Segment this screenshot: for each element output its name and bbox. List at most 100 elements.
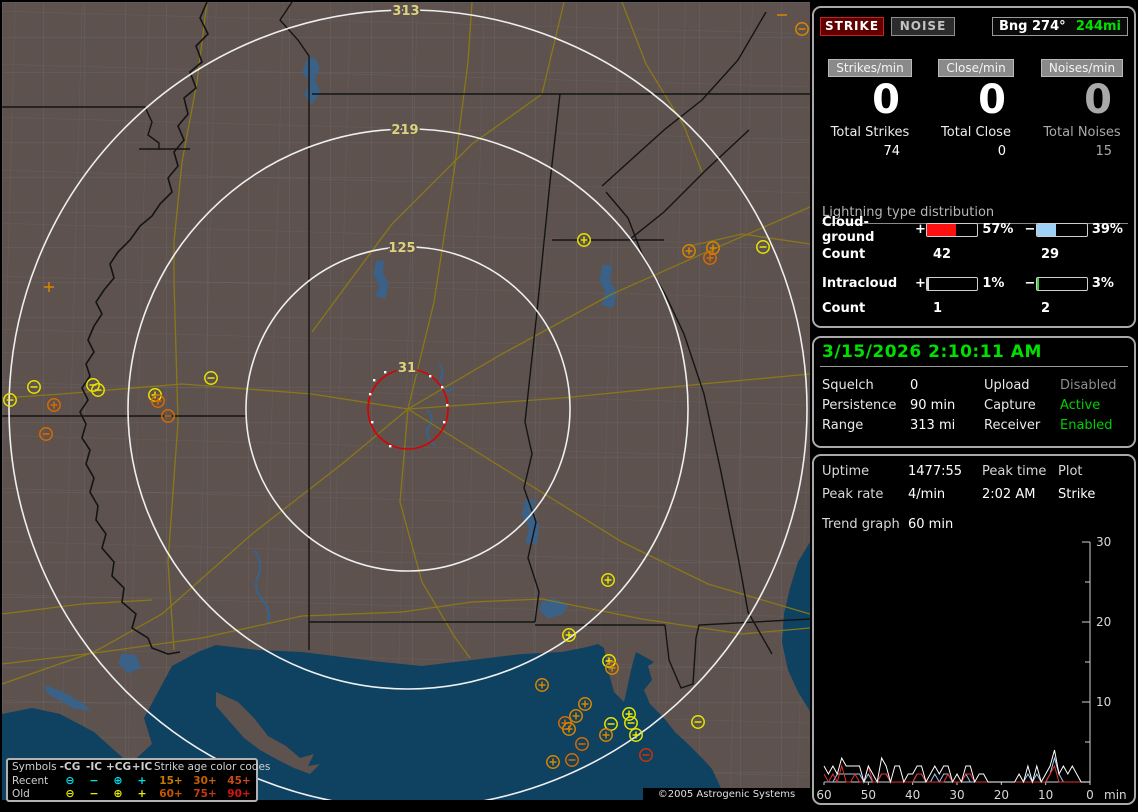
svg-text:0: 0 bbox=[1086, 788, 1094, 802]
divider bbox=[820, 366, 1128, 367]
noises-per-min-value: 0 bbox=[1084, 77, 1112, 123]
total-close-value: 0 bbox=[997, 144, 1006, 159]
cloud-ground-label: Cloud-ground bbox=[822, 214, 875, 245]
minus-icon: − bbox=[89, 774, 99, 787]
range-value: 313 mi bbox=[910, 418, 956, 433]
intracloud-row: Intracloud + 1% − 3% bbox=[822, 276, 1134, 291]
total-noises-label: Total Noises bbox=[1043, 125, 1121, 140]
legend-header-row: Symbols -CG -IC +CG+IC Strike age color code… bbox=[12, 761, 270, 774]
circle-plus-icon: ⊕ bbox=[113, 774, 123, 787]
svg-text:min: min bbox=[1104, 788, 1127, 802]
cloud-ground-count-row: Count 42 29 bbox=[822, 247, 1134, 262]
strikes-counter-column: Strikes/min 0 Total Strikes 74 bbox=[818, 8, 922, 159]
lightning-map[interactable]: 313 219 125 31 Symbols -CG -IC +CG+IC Strike… bbox=[2, 2, 810, 802]
trend-graph-row: Trend graph 60 min bbox=[822, 517, 1134, 532]
persistence-label: Persistence bbox=[822, 398, 897, 413]
trend-series-close bbox=[823, 764, 1090, 784]
intracloud-label: Intracloud bbox=[822, 276, 898, 291]
trend-series-noises bbox=[824, 756, 1090, 784]
legend-old-row: Old ⊖ − ⊕ +60+ 75+ 90+ bbox=[12, 787, 256, 800]
squelch-value: 0 bbox=[910, 378, 919, 393]
plot-label: Plot bbox=[1058, 464, 1083, 479]
receiver-label: Receiver bbox=[984, 418, 1041, 433]
range-label: Range bbox=[822, 418, 864, 433]
trend-graph-value: 60 min bbox=[908, 517, 954, 532]
plus-icon: + bbox=[137, 774, 147, 787]
minus-sign: − bbox=[1024, 276, 1036, 291]
trend-panel: Uptime 1477:55 Peak time Plot Peak rate 4/mi… bbox=[812, 454, 1136, 805]
receiver-status: Enabled bbox=[1060, 418, 1113, 433]
map-canvas[interactable]: 313 219 125 31 bbox=[2, 2, 810, 800]
legend-col-pos-cg: +CG bbox=[106, 761, 132, 773]
uptime-label: Uptime bbox=[822, 464, 870, 479]
ic-negative-bar bbox=[1035, 276, 1088, 291]
legend-col-neg-cg: -CG bbox=[59, 761, 81, 773]
legend-old-label: Old bbox=[12, 788, 30, 800]
noises-counter-column: Noises/min 0 Total Noises 15 bbox=[1030, 8, 1134, 159]
minus-icon: − bbox=[89, 787, 99, 800]
upload-label: Upload bbox=[984, 378, 1030, 393]
legend-col-pos-ic: +IC bbox=[131, 761, 153, 773]
legend-recent-row: Recent ⊖ − ⊕ +15+ 30+ 45+ bbox=[12, 774, 256, 787]
total-noises-value: 15 bbox=[1095, 144, 1112, 159]
trend-graph-label: Trend graph bbox=[822, 517, 900, 532]
svg-text:60: 60 bbox=[816, 788, 831, 802]
status-row: Squelch 0 Upload Disabled bbox=[822, 378, 1132, 393]
cg-negative-bar bbox=[1035, 222, 1088, 237]
ic-negative-count: 2 bbox=[1041, 301, 1051, 316]
plus-sign: + bbox=[914, 222, 926, 237]
cg-positive-count: 42 bbox=[933, 247, 952, 262]
ring-label-313: 313 bbox=[392, 4, 419, 19]
status-panel: 3/15/2026 2:10:11 AM Squelch 0 Upload Disab… bbox=[812, 336, 1136, 448]
svg-text:30: 30 bbox=[1096, 535, 1111, 549]
ic-positive-bar bbox=[926, 276, 979, 291]
age-60: 60+ bbox=[159, 788, 183, 800]
copyright-notice: ©2005 Astrogenic Systems bbox=[643, 788, 810, 802]
plus-icon: + bbox=[137, 787, 147, 800]
cg-negative-count: 29 bbox=[1041, 247, 1060, 262]
close-per-min-badge: Close/min bbox=[938, 59, 1014, 77]
strikes-per-min-value: 0 bbox=[872, 77, 900, 123]
total-close-label: Total Close bbox=[941, 125, 1011, 140]
upload-status: Disabled bbox=[1060, 378, 1117, 393]
stats-row: Peak rate 4/min 2:02 AM Strike bbox=[822, 487, 1134, 502]
plus-sign: + bbox=[914, 276, 926, 291]
ic-positive-count: 1 bbox=[933, 301, 943, 316]
intracloud-count-row: Count 1 2 bbox=[822, 301, 1134, 316]
peak-rate-value: 4/min bbox=[908, 487, 946, 502]
svg-text:30: 30 bbox=[949, 788, 964, 802]
age-75: 75+ bbox=[193, 788, 217, 800]
close-counter-column: Close/min 0 Total Close 0 bbox=[924, 8, 1028, 159]
cg-positive-pct: 57% bbox=[982, 222, 1014, 237]
total-strikes-label: Total Strikes bbox=[830, 125, 910, 140]
count-label: Count bbox=[822, 247, 866, 262]
trend-series-strikes bbox=[823, 749, 1090, 784]
ring-label-219: 219 bbox=[391, 123, 418, 138]
legend-col-neg-ic: -IC bbox=[86, 761, 102, 773]
counters-panel: STRIKE NOISE Bng 274° 244mi Strikes/min … bbox=[812, 6, 1136, 328]
capture-label: Capture bbox=[984, 398, 1036, 413]
stats-row: Uptime 1477:55 Peak time Plot bbox=[822, 464, 1134, 479]
symbol-legend: Symbols -CG -IC +CG+IC Strike age color code… bbox=[6, 758, 270, 802]
svg-text:20: 20 bbox=[994, 788, 1009, 802]
ring-label-125: 125 bbox=[388, 241, 415, 256]
ic-positive-pct: 1% bbox=[982, 276, 1005, 291]
circle-plus-icon: ⊕ bbox=[113, 787, 123, 800]
strikes-per-min-badge: Strikes/min bbox=[828, 59, 912, 77]
circle-minus-icon: ⊖ bbox=[65, 774, 75, 787]
minus-sign: − bbox=[1024, 222, 1036, 237]
peak-rate-label: Peak rate bbox=[822, 487, 884, 502]
legend-age-header: Strike age color codes bbox=[154, 761, 271, 773]
ring-label-31: 31 bbox=[398, 361, 416, 376]
status-row: Range 313 mi Receiver Enabled bbox=[822, 418, 1132, 433]
cloud-ground-row: Cloud-ground + 57% − 39% bbox=[822, 215, 1134, 245]
svg-text:10: 10 bbox=[1038, 788, 1053, 802]
trend-graph: 10 20 30 60 50 40 30 20 10 0 min bbox=[816, 535, 1127, 802]
legend-symbols-header: Symbols bbox=[12, 761, 57, 773]
squelch-label: Squelch bbox=[822, 378, 874, 393]
age-90: 90+ bbox=[227, 788, 251, 800]
nexstorm-window: { "map": { "ring_labels": ["313", "219",… bbox=[0, 0, 1138, 812]
svg-text:40: 40 bbox=[905, 788, 920, 802]
noises-per-min-badge: Noises/min bbox=[1040, 59, 1124, 77]
persistence-value: 90 min bbox=[910, 398, 956, 413]
